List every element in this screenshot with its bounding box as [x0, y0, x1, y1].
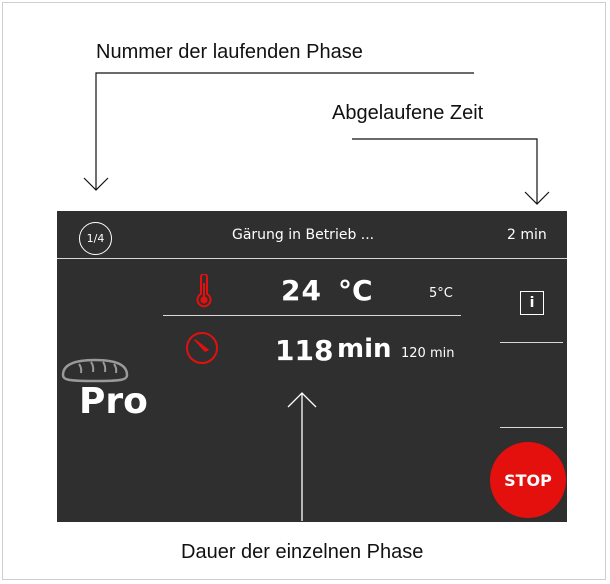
timer-icon [186, 332, 218, 364]
status-text: Gärung in Betrieb ... [232, 227, 375, 243]
annotation-phase-number: Nummer der laufenden Phase [96, 41, 363, 63]
thermometer-icon [196, 274, 212, 308]
info-button[interactable]: i [520, 291, 544, 315]
time-value: 118 [275, 334, 334, 367]
header-divider [57, 258, 567, 259]
temperature-value: 24 [281, 274, 322, 307]
annotation-phase-duration: Dauer der einzelnen Phase [181, 541, 424, 563]
temperature-unit: °C [338, 274, 373, 307]
device-screen: 1/4 Gärung in Betrieb ... 2 min 24 °C 5°… [57, 211, 567, 522]
phase-indicator[interactable]: 1/4 [79, 222, 112, 255]
value-divider [163, 315, 461, 316]
stop-button[interactable]: STOP [490, 442, 566, 518]
side-divider [500, 427, 563, 428]
side-divider [500, 342, 563, 343]
time-unit: min [337, 334, 392, 364]
program-label[interactable]: Pro [79, 381, 148, 422]
temperature-setpoint: 5°C [429, 286, 453, 301]
elapsed-time: 2 min [507, 227, 547, 243]
time-total: 120 min [401, 346, 455, 361]
annotation-elapsed-time: Abgelaufene Zeit [332, 102, 484, 124]
